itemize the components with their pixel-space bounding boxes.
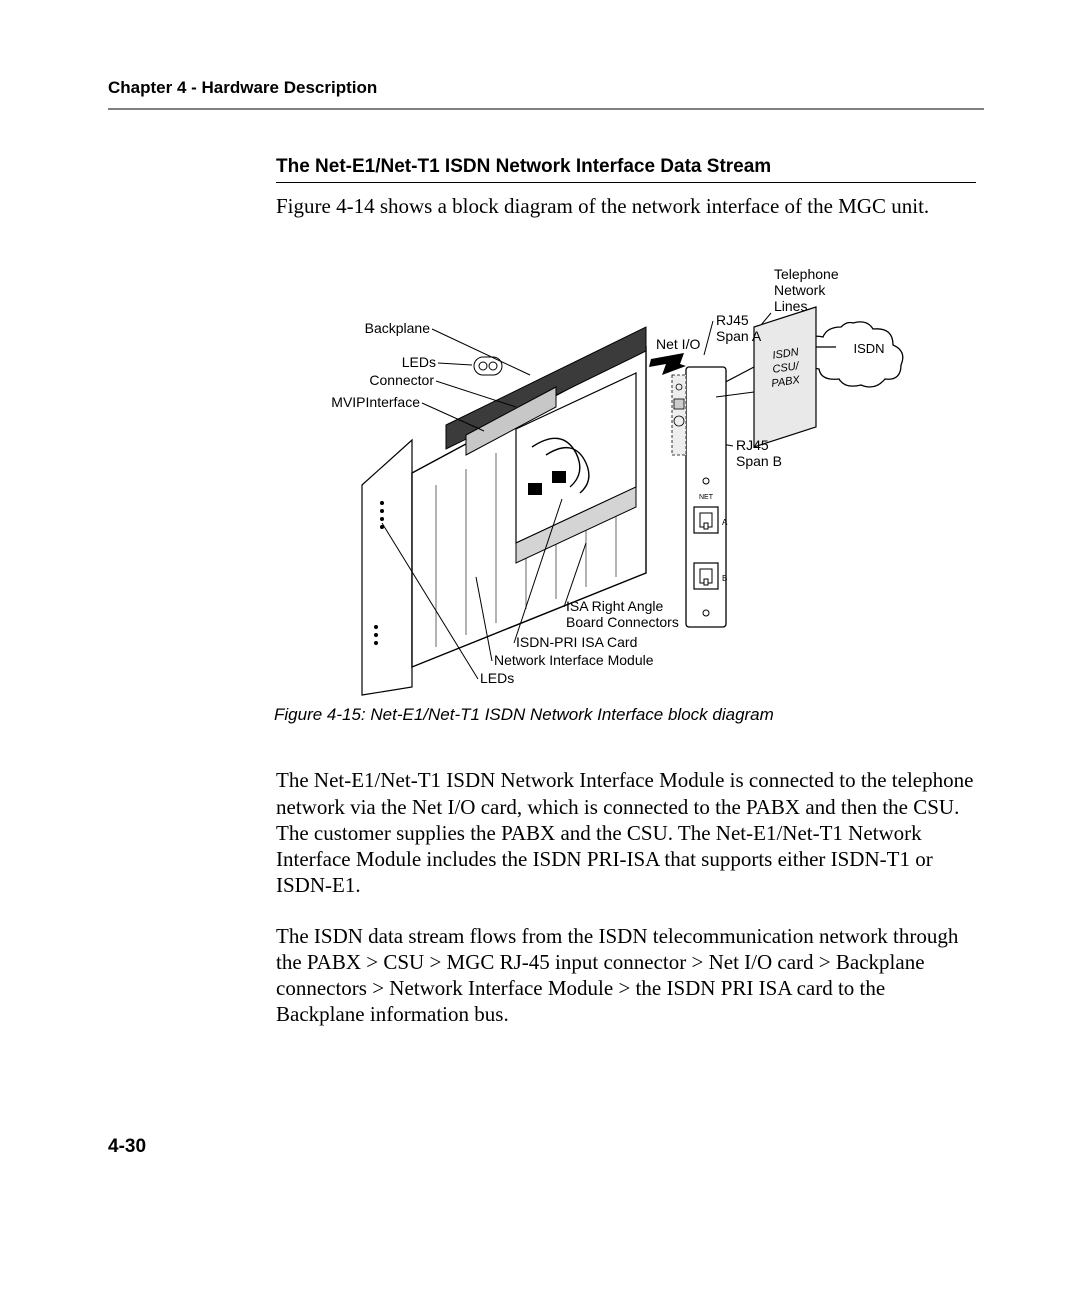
nim-label: Network Interface Module bbox=[494, 652, 654, 668]
figure: ISDN Telephone Network Lines ISDN CSU/ P… bbox=[316, 247, 936, 697]
page-number: 4-30 bbox=[108, 1136, 146, 1158]
net-port-label: NET bbox=[699, 494, 714, 501]
svg-text:B: B bbox=[722, 574, 727, 583]
leds-bottom-label: LEDs bbox=[480, 670, 514, 686]
board-conn-label: Board Connectors bbox=[566, 614, 679, 630]
isa-right-label: ISA Right Angle bbox=[566, 598, 664, 614]
figure-caption: Figure 4-15: Net-E1/Net-T1 ISDN Network … bbox=[274, 705, 976, 725]
mvip-label: MVIPInterface bbox=[331, 394, 420, 410]
rj45b-label: RJ45 bbox=[736, 437, 769, 453]
pabx-box: ISDN CSU/ PABX bbox=[754, 307, 816, 447]
block-diagram-svg: ISDN Telephone Network Lines ISDN CSU/ P… bbox=[316, 247, 936, 697]
netio-faceplate: NET A B bbox=[672, 367, 754, 627]
header-rule bbox=[108, 108, 984, 110]
paragraph-2: The ISDN data stream flows from the ISDN… bbox=[276, 923, 976, 1028]
backplane-label: Backplane bbox=[365, 320, 431, 336]
isdn-pri-label: ISDN-PRI ISA Card bbox=[516, 634, 637, 650]
chapter-header: Chapter 4 - Hardware Description bbox=[108, 78, 984, 98]
intro-text: Figure 4-14 shows a block diagram of the… bbox=[276, 193, 976, 219]
telephone-label: Telephone bbox=[774, 266, 839, 282]
network-label: Network bbox=[774, 282, 826, 298]
isdn-cloud: ISDN bbox=[803, 322, 903, 387]
svg-text:A: A bbox=[722, 518, 728, 527]
section-heading: The Net-E1/Net-T1 ISDN Network Interface… bbox=[276, 156, 976, 183]
isdn-cloud-label: ISDN bbox=[853, 341, 884, 356]
netio-label: Net I/O bbox=[656, 336, 700, 352]
spanA-label: Span A bbox=[716, 328, 762, 344]
rj45a-label: RJ45 bbox=[716, 312, 749, 328]
spanB-label: Span B bbox=[736, 453, 782, 469]
paragraph-1: The Net-E1/Net-T1 ISDN Network Interface… bbox=[276, 767, 976, 898]
leds-top-label: LEDs bbox=[402, 354, 436, 370]
connector-label: Connector bbox=[369, 372, 434, 388]
